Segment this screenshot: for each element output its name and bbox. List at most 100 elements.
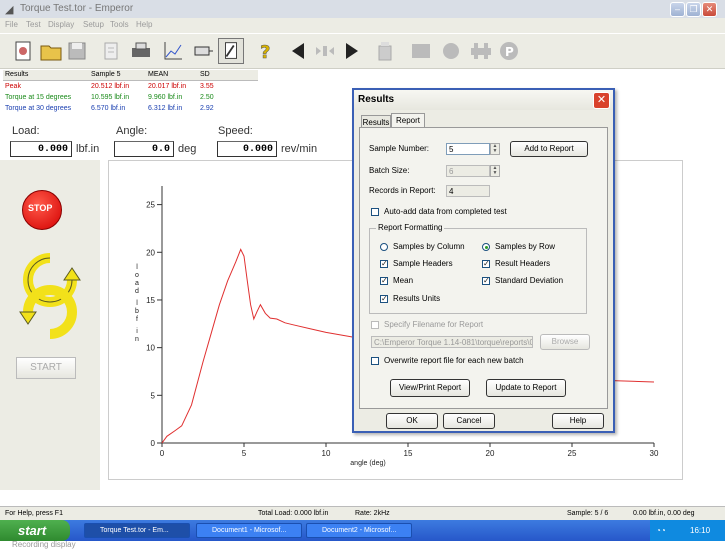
minimize-button[interactable]: – bbox=[670, 2, 685, 17]
tab-report[interactable]: Report bbox=[391, 113, 425, 128]
menu-bar: File Test Display Setup Tools Help bbox=[0, 18, 725, 33]
cancel-button[interactable]: Cancel bbox=[443, 413, 495, 429]
record-icon[interactable] bbox=[438, 38, 464, 64]
sample-number-label: Sample Number: bbox=[369, 144, 430, 153]
report-button[interactable] bbox=[218, 38, 244, 64]
menu-help[interactable]: Help bbox=[136, 20, 152, 29]
task-document2[interactable]: Document2 - Microsof... bbox=[306, 523, 412, 538]
x-tick-label: 5 bbox=[242, 449, 247, 458]
reset-icon[interactable] bbox=[190, 38, 216, 64]
specify-filename-checkbox[interactable] bbox=[371, 321, 379, 329]
update-report-button[interactable]: Update to Report bbox=[486, 379, 566, 397]
report-icon bbox=[225, 42, 237, 59]
menu-test[interactable]: Test bbox=[26, 20, 41, 29]
ok-button[interactable]: OK bbox=[386, 413, 438, 429]
report-tab-panel: Sample Number: 5 ▲ ▼ Add to Report Batch … bbox=[359, 127, 608, 409]
dialog-title: Results bbox=[358, 94, 395, 105]
menu-tools[interactable]: Tools bbox=[110, 20, 129, 29]
mean-checkbox[interactable]: ✓ bbox=[380, 277, 388, 285]
column-header: Sample 5 bbox=[91, 71, 121, 78]
results-units-checkbox[interactable]: ✓ bbox=[380, 295, 388, 303]
row-sample: 6.570 lbf.in bbox=[91, 105, 126, 112]
row-name: Torque at 30 degrees bbox=[5, 105, 72, 112]
help-button[interactable]: Help bbox=[552, 413, 604, 429]
y-axis-label-char: a bbox=[135, 280, 139, 287]
start-button-taskbar[interactable]: start bbox=[0, 520, 70, 541]
result-headers-checkbox[interactable]: ✓ bbox=[482, 260, 490, 268]
y-axis-label-char: n bbox=[135, 336, 139, 343]
open-icon[interactable] bbox=[38, 38, 64, 64]
add-to-report-button[interactable]: Add to Report bbox=[510, 141, 588, 157]
jog-left-icon[interactable] bbox=[286, 38, 312, 64]
toolbar: ? P bbox=[0, 34, 725, 69]
row-name: Peak bbox=[5, 83, 21, 90]
samples-by-column-radio[interactable] bbox=[380, 243, 388, 251]
graph-icon[interactable] bbox=[160, 38, 186, 64]
x-tick-label: 10 bbox=[322, 449, 331, 458]
row-mean: 20.017 lbf.in bbox=[148, 83, 187, 90]
jog-right-icon[interactable] bbox=[338, 38, 364, 64]
y-axis-label-char: o bbox=[135, 272, 139, 279]
row-mean: 6.312 lbf.in bbox=[148, 105, 183, 112]
x-tick-label: 25 bbox=[568, 449, 577, 458]
park-icon[interactable]: P bbox=[496, 38, 522, 64]
task-torque-test[interactable]: Torque Test.tor - Em... bbox=[84, 523, 190, 538]
control-panel: STOP START bbox=[0, 160, 100, 490]
menu-setup[interactable]: Setup bbox=[83, 20, 104, 29]
browse-button[interactable]: Browse bbox=[540, 334, 590, 350]
maximize-button[interactable]: ❐ bbox=[686, 2, 701, 17]
row-sample: 20.512 lbf.in bbox=[91, 83, 130, 90]
save-icon[interactable] bbox=[64, 38, 90, 64]
standard-deviation-checkbox[interactable]: ✓ bbox=[482, 277, 490, 285]
results-units-label: Results Units bbox=[393, 294, 441, 303]
stop-icon[interactable] bbox=[312, 38, 338, 64]
print-icon[interactable] bbox=[128, 38, 154, 64]
filename-field[interactable]: C:\Emperor Torque 1.14-081\torque\report… bbox=[371, 336, 533, 348]
row-sd: 2.92 bbox=[200, 105, 214, 112]
row-sd: 3.55 bbox=[200, 83, 214, 90]
menu-display[interactable]: Display bbox=[48, 20, 74, 29]
auto-add-checkbox[interactable] bbox=[371, 208, 379, 216]
sample-number-field[interactable]: 5 bbox=[446, 143, 490, 155]
load-unit: lbf.in bbox=[76, 143, 100, 155]
results-dialog: Results ✕ Results Report Sample Number: … bbox=[352, 88, 615, 433]
results-summary-table: Results Sample 5 MEAN SD Peak 20.512 lbf… bbox=[3, 70, 258, 116]
standard-deviation-label: Standard Deviation bbox=[495, 276, 564, 285]
y-axis-label-char: l bbox=[136, 300, 138, 307]
sample-headers-label: Sample Headers bbox=[393, 259, 453, 268]
records-label: Records in Report: bbox=[369, 186, 436, 195]
batch-size-field[interactable]: 6 bbox=[446, 165, 490, 177]
y-axis-label-char: f bbox=[136, 316, 138, 323]
svg-text:?: ? bbox=[260, 42, 270, 63]
start-button[interactable]: START bbox=[16, 357, 76, 379]
sample-number-spinner[interactable]: ▲ ▼ bbox=[490, 143, 500, 155]
clock: 16:10 bbox=[690, 526, 711, 535]
help-icon[interactable]: ? bbox=[252, 38, 278, 64]
batch-size-spinner[interactable]: ▲ ▼ bbox=[490, 165, 500, 177]
menu-file[interactable]: File bbox=[5, 20, 18, 29]
cycle-icon[interactable] bbox=[18, 250, 82, 344]
new-icon[interactable] bbox=[10, 38, 36, 64]
row-name: Torque at 15 degrees bbox=[5, 94, 72, 101]
samples-by-row-radio[interactable] bbox=[482, 243, 490, 251]
y-tick-label: 5 bbox=[151, 391, 156, 400]
fixture-icon[interactable] bbox=[408, 38, 434, 64]
x-axis-label: angle (deg) bbox=[350, 460, 385, 467]
sample-headers-checkbox[interactable]: ✓ bbox=[380, 260, 388, 268]
dialog-close-button[interactable]: ✕ bbox=[593, 92, 610, 109]
speed-readout: 0.000 bbox=[217, 141, 277, 157]
clamp-icon[interactable] bbox=[468, 38, 494, 64]
stop-button[interactable]: STOP bbox=[22, 190, 62, 230]
close-button[interactable]: ✕ bbox=[702, 2, 717, 17]
y-axis-label-char: l bbox=[136, 264, 138, 271]
task-document1[interactable]: Document1 - Microsof... bbox=[196, 523, 302, 538]
clear-icon[interactable] bbox=[372, 38, 398, 64]
view-print-report-button[interactable]: View/Print Report bbox=[390, 379, 470, 397]
tray-icon[interactable]: ◔◔ bbox=[656, 520, 666, 541]
start-label: start bbox=[18, 523, 47, 538]
overwrite-checkbox[interactable] bbox=[371, 357, 379, 365]
export-icon[interactable] bbox=[98, 38, 124, 64]
report-formatting-group: Report Formatting Samples by Column Samp… bbox=[369, 223, 587, 314]
dialog-title-bar: Results ✕ bbox=[354, 90, 613, 110]
column-header: MEAN bbox=[148, 71, 169, 78]
